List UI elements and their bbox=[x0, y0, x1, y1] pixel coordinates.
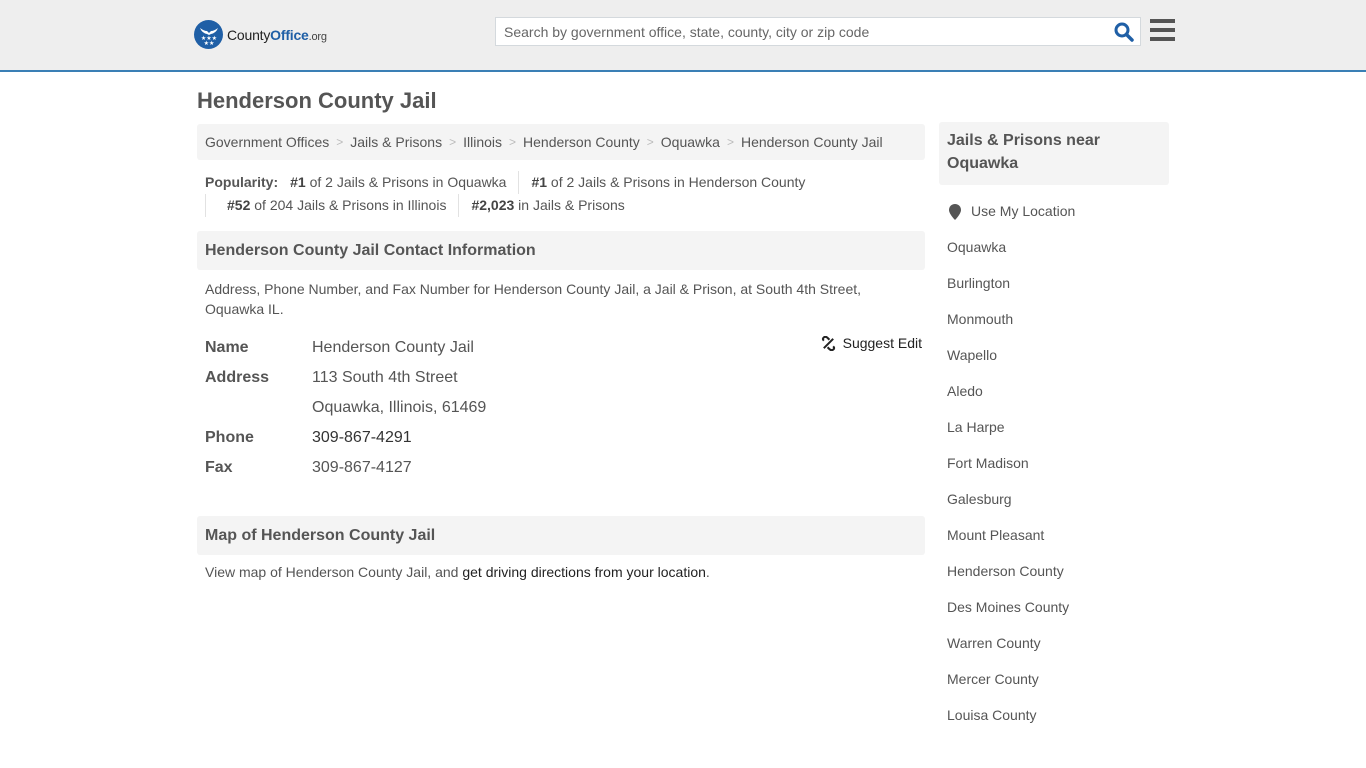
nearby-link-fort-madison[interactable]: Fort Madison bbox=[947, 455, 1029, 471]
map-description: View map of Henderson County Jail, and g… bbox=[205, 564, 710, 580]
breadcrumb-jails-prisons[interactable]: Jails & Prisons bbox=[350, 134, 442, 150]
use-my-location-link[interactable]: Use My Location bbox=[971, 203, 1075, 219]
nearby-link-la-harpe[interactable]: La Harpe bbox=[947, 419, 1005, 435]
nearby-link-burlington[interactable]: Burlington bbox=[947, 275, 1010, 291]
nearby-link-mount-pleasant[interactable]: Mount Pleasant bbox=[947, 527, 1044, 543]
rank-county: #1 of 2 Jails & Prisons in Henderson Cou… bbox=[518, 171, 817, 194]
address-row: Address 113 South 4th Street bbox=[205, 369, 458, 386]
main-content: Government Offices > Jails & Prisons > I… bbox=[197, 124, 925, 580]
nearby-link-galesburg[interactable]: Galesburg bbox=[947, 491, 1012, 507]
nearby-link-warren-county[interactable]: Warren County bbox=[947, 635, 1041, 651]
address-line1: 113 South 4th Street bbox=[312, 369, 458, 386]
map-pin-icon bbox=[949, 204, 961, 220]
breadcrumb-illinois[interactable]: Illinois bbox=[463, 134, 502, 150]
name-value: Henderson County Jail bbox=[312, 339, 474, 356]
name-row: Name Henderson County Jail bbox=[205, 339, 474, 356]
popularity-rankings: Popularity: #1 of 2 Jails & Prisons in O… bbox=[197, 160, 925, 217]
nearby-link-louisa-county[interactable]: Louisa County bbox=[947, 707, 1037, 723]
nearby-link-monmouth[interactable]: Monmouth bbox=[947, 311, 1013, 327]
nearby-link-oquawka[interactable]: Oquawka bbox=[947, 239, 1006, 255]
logo-link[interactable]: ★★★ ★★ CountyOffice.org bbox=[194, 20, 327, 49]
page-title: Henderson County Jail bbox=[197, 88, 437, 113]
breadcrumb-government-offices[interactable]: Government Offices bbox=[205, 134, 329, 150]
address-row-2: Oquawka, Illinois, 61469 bbox=[205, 393, 917, 423]
rank-city: #1 of 2 Jails & Prisons in Oquawka bbox=[290, 174, 507, 190]
hamburger-menu-icon bbox=[1150, 19, 1175, 23]
phone-row: Phone 309-867-4291 bbox=[205, 429, 412, 446]
address-line2: Oquawka, Illinois, 61469 bbox=[312, 399, 487, 416]
search-input[interactable] bbox=[496, 18, 1096, 45]
use-location-item: Use My Location bbox=[947, 203, 1161, 239]
hamburger-menu-button[interactable] bbox=[1150, 19, 1175, 41]
contact-info: Suggest Edit Name Henderson County Jail … bbox=[197, 319, 925, 483]
contact-heading: Henderson County Jail Contact Informatio… bbox=[197, 231, 925, 270]
search-icon bbox=[1114, 22, 1134, 42]
search-button[interactable] bbox=[1114, 22, 1134, 42]
breadcrumb-henderson-county[interactable]: Henderson County bbox=[523, 134, 640, 150]
breadcrumb-oquawka[interactable]: Oquawka bbox=[661, 134, 720, 150]
nearby-link-aledo[interactable]: Aledo bbox=[947, 383, 983, 399]
nearby-link-henderson-county[interactable]: Henderson County bbox=[947, 563, 1064, 579]
rank-national: #2,023 in Jails & Prisons bbox=[458, 194, 636, 217]
driving-directions-link[interactable]: get driving directions from your locatio… bbox=[462, 564, 706, 580]
nearby-link-des-moines-county[interactable]: Des Moines County bbox=[947, 599, 1069, 615]
search-bar bbox=[495, 17, 1141, 46]
breadcrumb-current: Henderson County Jail bbox=[740, 134, 883, 150]
suggest-edit-link[interactable]: Suggest Edit bbox=[843, 335, 922, 351]
breadcrumb-separator: > bbox=[646, 135, 654, 149]
nearby-list: Use My Location Oquawka Burlington Monmo… bbox=[939, 185, 1169, 743]
nearby-link-mercer-county[interactable]: Mercer County bbox=[947, 671, 1039, 687]
breadcrumb-separator: > bbox=[336, 135, 344, 149]
map-heading: Map of Henderson County Jail bbox=[197, 516, 925, 555]
breadcrumb-separator: > bbox=[509, 135, 517, 149]
svg-text:★★: ★★ bbox=[203, 40, 214, 45]
breadcrumb: Government Offices > Jails & Prisons > I… bbox=[197, 124, 925, 160]
fax-row: Fax 309-867-4127 bbox=[205, 459, 412, 476]
nearby-sidebar: Jails & Prisons near Oquawka Use My Loca… bbox=[939, 122, 1169, 743]
logo-text: CountyOffice.org bbox=[227, 26, 327, 43]
popularity-label: Popularity: bbox=[205, 174, 279, 190]
site-header: ★★★ ★★ CountyOffice.org bbox=[0, 0, 1366, 72]
phone-link[interactable]: 309-867-4291 bbox=[312, 429, 412, 446]
unlink-icon bbox=[821, 335, 835, 351]
nearby-link-wapello[interactable]: Wapello bbox=[947, 347, 997, 363]
breadcrumb-separator: > bbox=[726, 135, 734, 149]
fax-value: 309-867-4127 bbox=[312, 459, 412, 476]
contact-description: Address, Phone Number, and Fax Number fo… bbox=[205, 281, 862, 317]
sidebar-heading: Jails & Prisons near Oquawka bbox=[939, 122, 1169, 185]
suggest-edit-button[interactable]: Suggest Edit bbox=[821, 335, 922, 351]
rank-state: #52 of 204 Jails & Prisons in Illinois bbox=[205, 194, 458, 217]
breadcrumb-separator: > bbox=[449, 135, 457, 149]
logo-eagle-icon: ★★★ ★★ bbox=[194, 20, 223, 49]
